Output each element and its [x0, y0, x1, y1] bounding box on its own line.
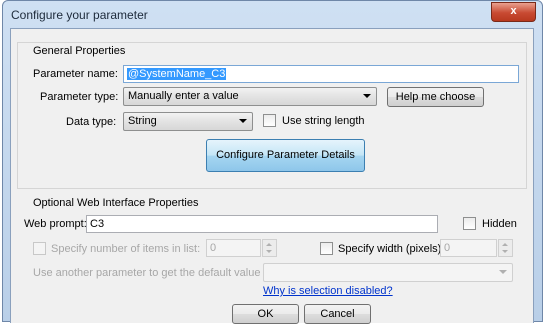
items-count-value: 0: [210, 242, 217, 254]
chevron-down-icon: [239, 119, 247, 123]
specify-width-checkbox[interactable]: [320, 242, 333, 255]
dialog-window: Configure your parameter x General Prope…: [2, 0, 543, 324]
specify-items-checkbox[interactable]: [33, 242, 46, 255]
hidden-checkbox[interactable]: [463, 217, 476, 230]
web-properties-heading: Optional Web Interface Properties: [33, 197, 199, 209]
help-me-choose-button[interactable]: Help me choose: [387, 87, 484, 107]
spin-down-icon: [266, 250, 272, 253]
web-prompt-value: C3: [90, 218, 105, 230]
parameter-name-value: @SystemName_C3: [127, 68, 227, 80]
why-selection-disabled-link[interactable]: Why is selection disabled?: [263, 285, 393, 297]
chevron-down-icon: [499, 270, 507, 274]
spin-up-icon: [502, 243, 508, 246]
web-prompt-input[interactable]: C3: [86, 215, 438, 233]
use-string-length-label: Use string length: [282, 115, 365, 127]
cancel-button[interactable]: Cancel: [304, 304, 371, 324]
default-value-parameter-select[interactable]: [263, 263, 513, 282]
data-type-select[interactable]: String: [123, 112, 253, 131]
width-pixels-input[interactable]: 0: [440, 239, 497, 257]
window-title: Configure your parameter: [11, 8, 148, 22]
width-pixels-value: 0: [444, 242, 451, 254]
data-type-label: Data type:: [66, 116, 117, 128]
items-count-spinner[interactable]: [262, 239, 277, 257]
items-count-input[interactable]: 0: [206, 239, 261, 257]
parameter-name-label: Parameter name:: [33, 68, 118, 80]
general-properties-heading: General Properties: [33, 45, 126, 57]
close-icon: x: [510, 5, 517, 17]
specify-width-label: Specify width (pixels):: [338, 243, 445, 255]
spin-up-icon: [266, 243, 272, 246]
ok-button[interactable]: OK: [232, 304, 299, 324]
chevron-down-icon: [363, 94, 371, 98]
parameter-type-label: Parameter type:: [40, 91, 119, 103]
spin-down-icon: [502, 250, 508, 253]
width-pixels-spinner[interactable]: [498, 239, 513, 257]
default-value-parameter-label: Use another parameter to get the default…: [33, 267, 261, 279]
dialog-body: General Properties Parameter name: @Syst…: [10, 28, 534, 324]
data-type-value: String: [128, 115, 157, 127]
web-prompt-label: Web prompt:: [24, 218, 87, 230]
close-button[interactable]: x: [491, 2, 536, 22]
use-string-length-checkbox[interactable]: [263, 114, 276, 127]
hidden-label: Hidden: [482, 218, 517, 230]
parameter-type-select[interactable]: Manually enter a value: [123, 87, 377, 106]
title-bar[interactable]: Configure your parameter x: [3, 1, 542, 27]
parameter-name-input[interactable]: @SystemName_C3: [123, 65, 519, 83]
specify-items-label: Specify number of items in list:: [51, 243, 201, 255]
parameter-type-value: Manually enter a value: [128, 90, 239, 102]
configure-parameter-details-button[interactable]: Configure Parameter Details: [206, 139, 365, 172]
